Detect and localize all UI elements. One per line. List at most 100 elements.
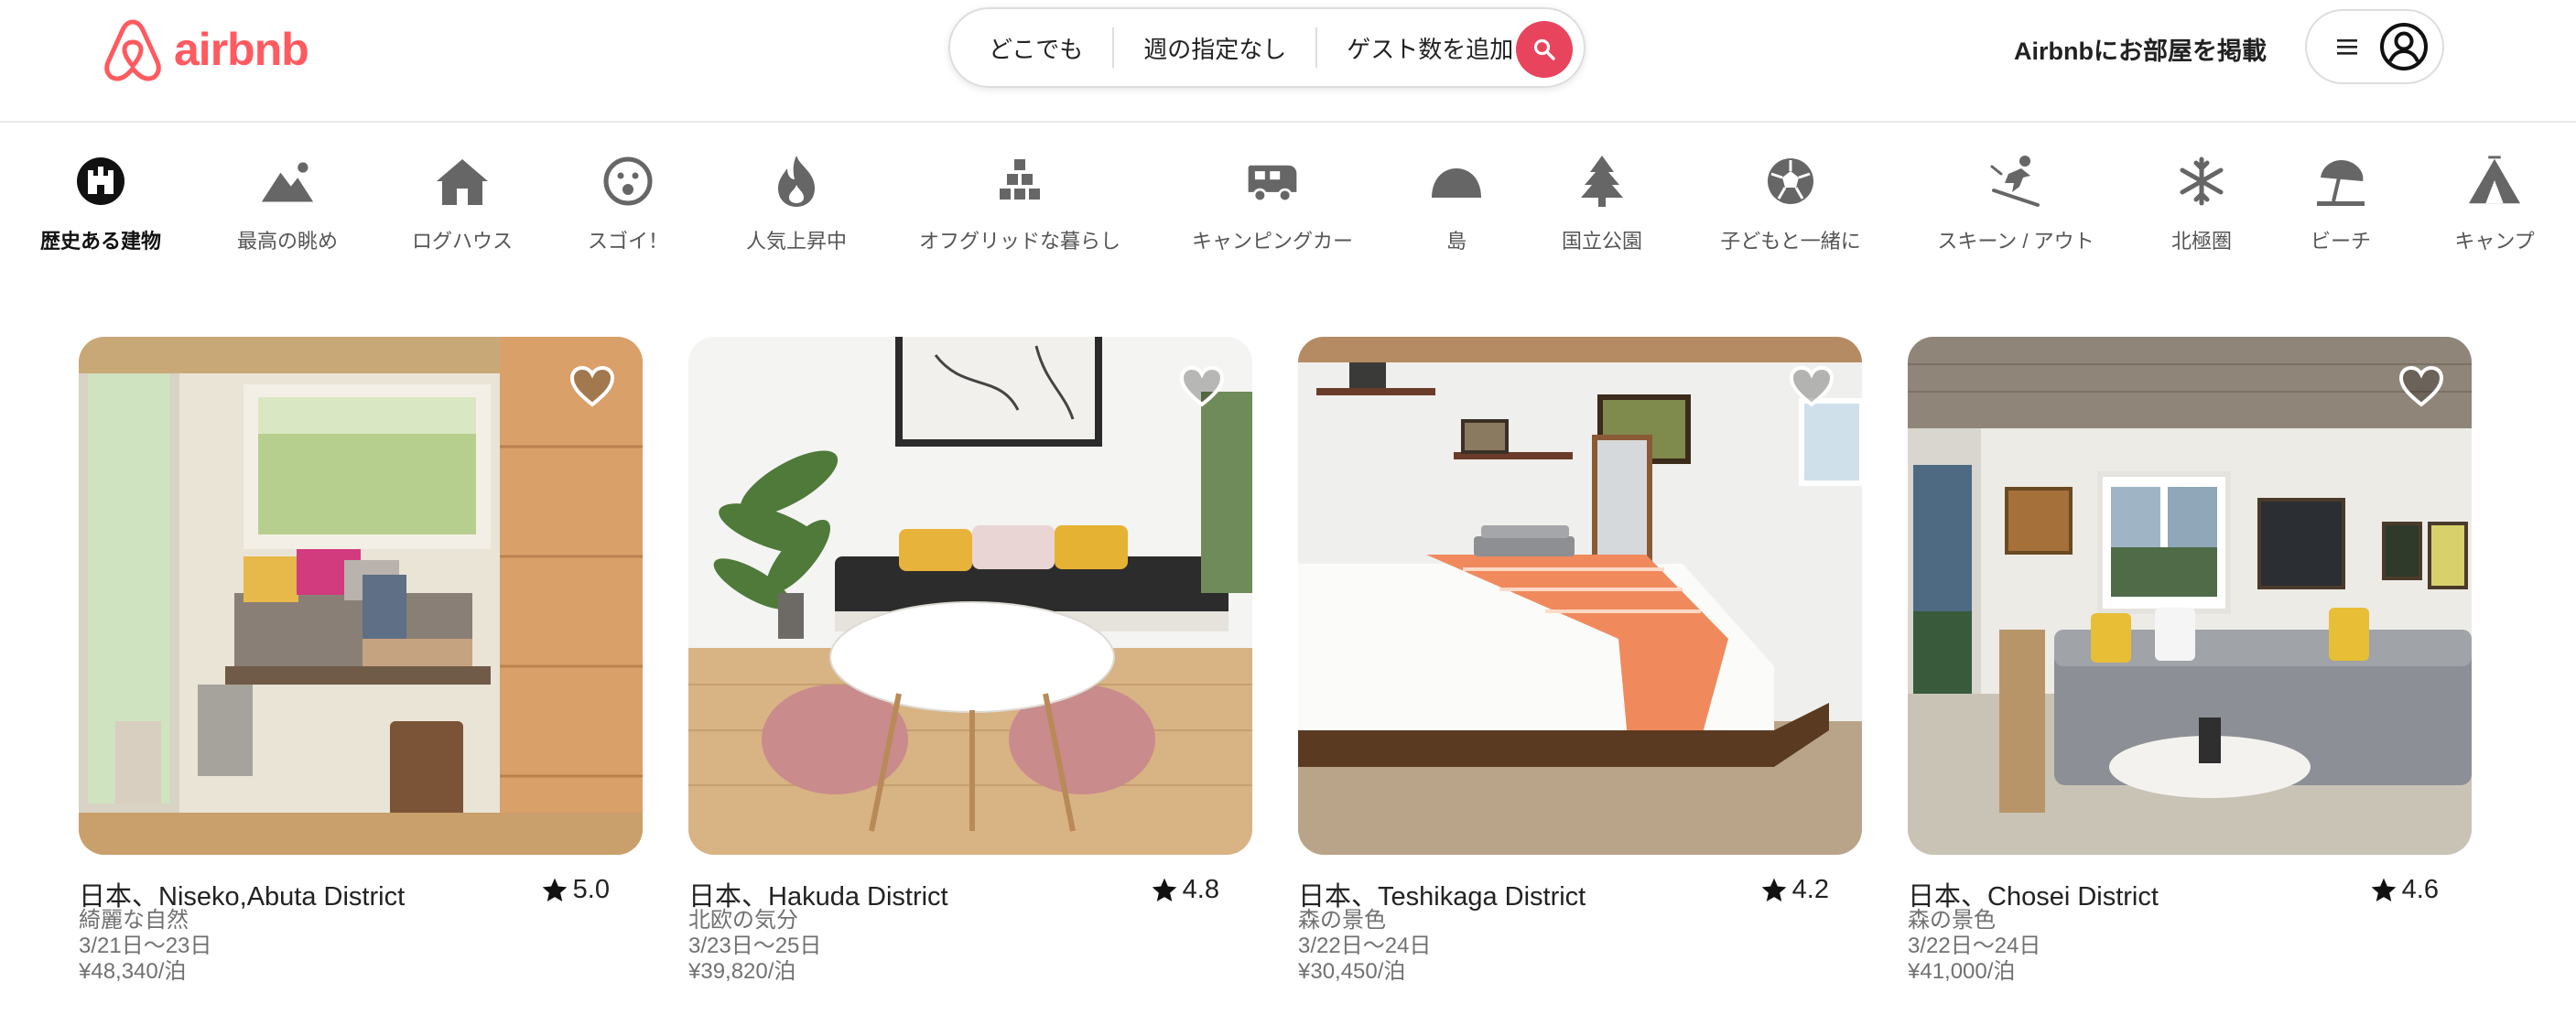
- listing-title-row: 日本、Chosei District 4.6: [1908, 875, 2472, 912]
- favorite-heart-icon[interactable]: [569, 364, 615, 410]
- category-campers[interactable]: キャンピングカー: [1192, 154, 1353, 254]
- listing-photo-image: [688, 337, 1252, 855]
- search-where[interactable]: どこでも: [950, 31, 1112, 65]
- listing-dates: 3/22日～24日: [1908, 933, 2041, 958]
- listing-price: ¥39,820/泊: [688, 959, 796, 984]
- listing-photo-image: [1908, 337, 2472, 855]
- category-ski[interactable]: スキーン / アウト: [1935, 154, 2096, 254]
- listing-location: 日本、Teshikaga District: [1298, 882, 1586, 912]
- listing-location: 日本、Niseko,Abuta District: [79, 882, 406, 912]
- category-wow[interactable]: スゴイ！: [582, 154, 674, 254]
- hamburger-menu-icon: [2337, 39, 2357, 55]
- star-icon: [2371, 878, 2397, 901]
- category-national-parks[interactable]: 国立公園: [1554, 154, 1650, 254]
- category-label: オフグリッドな暮らし: [919, 230, 1121, 253]
- listing-price: ¥48,340/泊: [79, 959, 187, 984]
- category-best-views[interactable]: 最高の眺め: [233, 154, 342, 254]
- listing-title-row: 日本、Teshikaga District 4.2: [1298, 875, 1862, 912]
- listing-photo[interactable]: [688, 337, 1252, 855]
- camper-icon: [1248, 165, 1297, 203]
- rating-value: 5.0: [572, 875, 610, 904]
- listing-price: ¥41,000/泊: [1908, 959, 2016, 984]
- category-off-grid[interactable]: オフグリッドな暮らし: [919, 154, 1121, 254]
- category-label: スキーン / アウト: [1937, 230, 2094, 253]
- user-avatar-icon: [2380, 23, 2428, 70]
- listing-rating: 4.2: [1759, 875, 1829, 905]
- listing-photo-image: [79, 337, 643, 855]
- rating-value: 4.2: [1791, 875, 1829, 904]
- search-when[interactable]: 週の指定なし: [1114, 31, 1315, 65]
- category-label: 北極圏: [2170, 230, 2232, 253]
- search-bar[interactable]: どこでも 週の指定なし ゲスト数を追加: [948, 7, 1586, 88]
- listing-card[interactable]: 日本、Teshikaga District 4.2 森の景色 3/22日～24日…: [1298, 337, 1862, 985]
- star-icon: [1761, 878, 1787, 901]
- category-label: 歴史ある建物: [39, 230, 161, 253]
- category-label: スゴイ！: [587, 230, 668, 253]
- skier-icon: [1990, 156, 2040, 207]
- listing-card[interactable]: 日本、Chosei District 4.6 森の景色 3/22日～24日 ¥4…: [1908, 337, 2472, 985]
- category-arctic[interactable]: 北極圏: [2162, 154, 2241, 254]
- category-label: キャンピングカー: [1192, 230, 1354, 253]
- listing-dates: 3/23日～25日: [688, 933, 822, 958]
- search-icon: [1533, 38, 1555, 60]
- category-camping[interactable]: キャンプ: [2444, 154, 2545, 254]
- off-grid-icon: [1000, 159, 1040, 200]
- airbnb-logo[interactable]: airbnb: [101, 13, 309, 86]
- category-label: ログハウス: [412, 230, 514, 253]
- listing-photo-image: [1298, 337, 1862, 855]
- star-icon: [1152, 878, 1177, 901]
- wow-face-icon: [603, 156, 653, 206]
- category-label: 子どもと一緒に: [1720, 230, 1861, 253]
- listing-rating: 4.6: [2369, 875, 2439, 905]
- listing-card[interactable]: 日本、Niseko,Abuta District 5.0 綺麗な自然 3/21日…: [79, 337, 643, 985]
- category-label: ビーチ: [2310, 230, 2371, 253]
- category-beach[interactable]: ビーチ: [2301, 154, 2380, 254]
- listing-rating: 5.0: [540, 875, 610, 905]
- airbnb-logo-icon: [104, 19, 161, 81]
- beach-umbrella-icon: [2317, 159, 2365, 206]
- search-button[interactable]: [1516, 21, 1573, 78]
- category-historic[interactable]: 歴史ある建物: [37, 154, 165, 254]
- cabin-icon: [437, 159, 488, 205]
- listing-dates: 3/21日～23日: [79, 933, 212, 958]
- listing-location: 日本、Hakuda District: [688, 882, 948, 912]
- favorite-heart-icon[interactable]: [1789, 364, 1835, 410]
- category-label: 国立公園: [1561, 230, 1642, 253]
- category-label: 島: [1445, 230, 1467, 253]
- favorite-heart-icon[interactable]: [1179, 364, 1225, 410]
- pine-tree-icon: [1581, 156, 1623, 207]
- host-your-home-link[interactable]: Airbnbにお部屋を掲載: [2014, 31, 2267, 67]
- flame-icon: [778, 156, 815, 207]
- ball-icon: [1768, 158, 1813, 204]
- island-icon: [1432, 168, 1481, 198]
- category-trending[interactable]: 人気上昇中: [741, 154, 851, 254]
- category-label: 最高の眺め: [236, 230, 338, 253]
- listing-price: ¥30,450/泊: [1298, 959, 1406, 984]
- category-label: キャンプ: [2454, 230, 2535, 253]
- category-family[interactable]: 子どもと一緒に: [1719, 154, 1862, 254]
- castle-icon: [77, 157, 124, 205]
- user-menu-button[interactable]: [2305, 9, 2444, 84]
- rating-value: 4.8: [1182, 875, 1219, 904]
- category-label: 人気上昇中: [745, 230, 847, 253]
- mountain-view-icon: [261, 162, 314, 202]
- listing-photo[interactable]: [1298, 337, 1862, 855]
- star-icon: [542, 878, 568, 901]
- rating-value: 4.6: [2401, 875, 2439, 904]
- snowflake-icon: [2180, 156, 2224, 206]
- listing-location: 日本、Chosei District: [1908, 882, 2159, 912]
- tent-icon: [2468, 156, 2521, 204]
- brand-wordmark: airbnb: [174, 24, 309, 75]
- category-islands[interactable]: 島: [1424, 154, 1488, 254]
- favorite-heart-icon[interactable]: [2398, 364, 2444, 410]
- listing-card[interactable]: 日本、Hakuda District 4.8 北欧の気分 3/23日～25日 ¥…: [688, 337, 1252, 985]
- search-guests[interactable]: ゲスト数を追加: [1317, 31, 1542, 65]
- listing-title-row: 日本、Niseko,Abuta District 5.0: [79, 875, 643, 912]
- listing-title-row: 日本、Hakuda District 4.8: [688, 875, 1252, 912]
- top-header: airbnb どこでも 週の指定なし ゲスト数を追加 Airbnbにお部屋を掲載: [0, 0, 2576, 123]
- listing-photo[interactable]: [79, 337, 643, 855]
- listing-dates: 3/22日～24日: [1298, 933, 1432, 958]
- listing-photo[interactable]: [1908, 337, 2472, 855]
- category-cabins[interactable]: ログハウス: [412, 154, 513, 254]
- listing-rating: 4.8: [1150, 875, 1219, 905]
